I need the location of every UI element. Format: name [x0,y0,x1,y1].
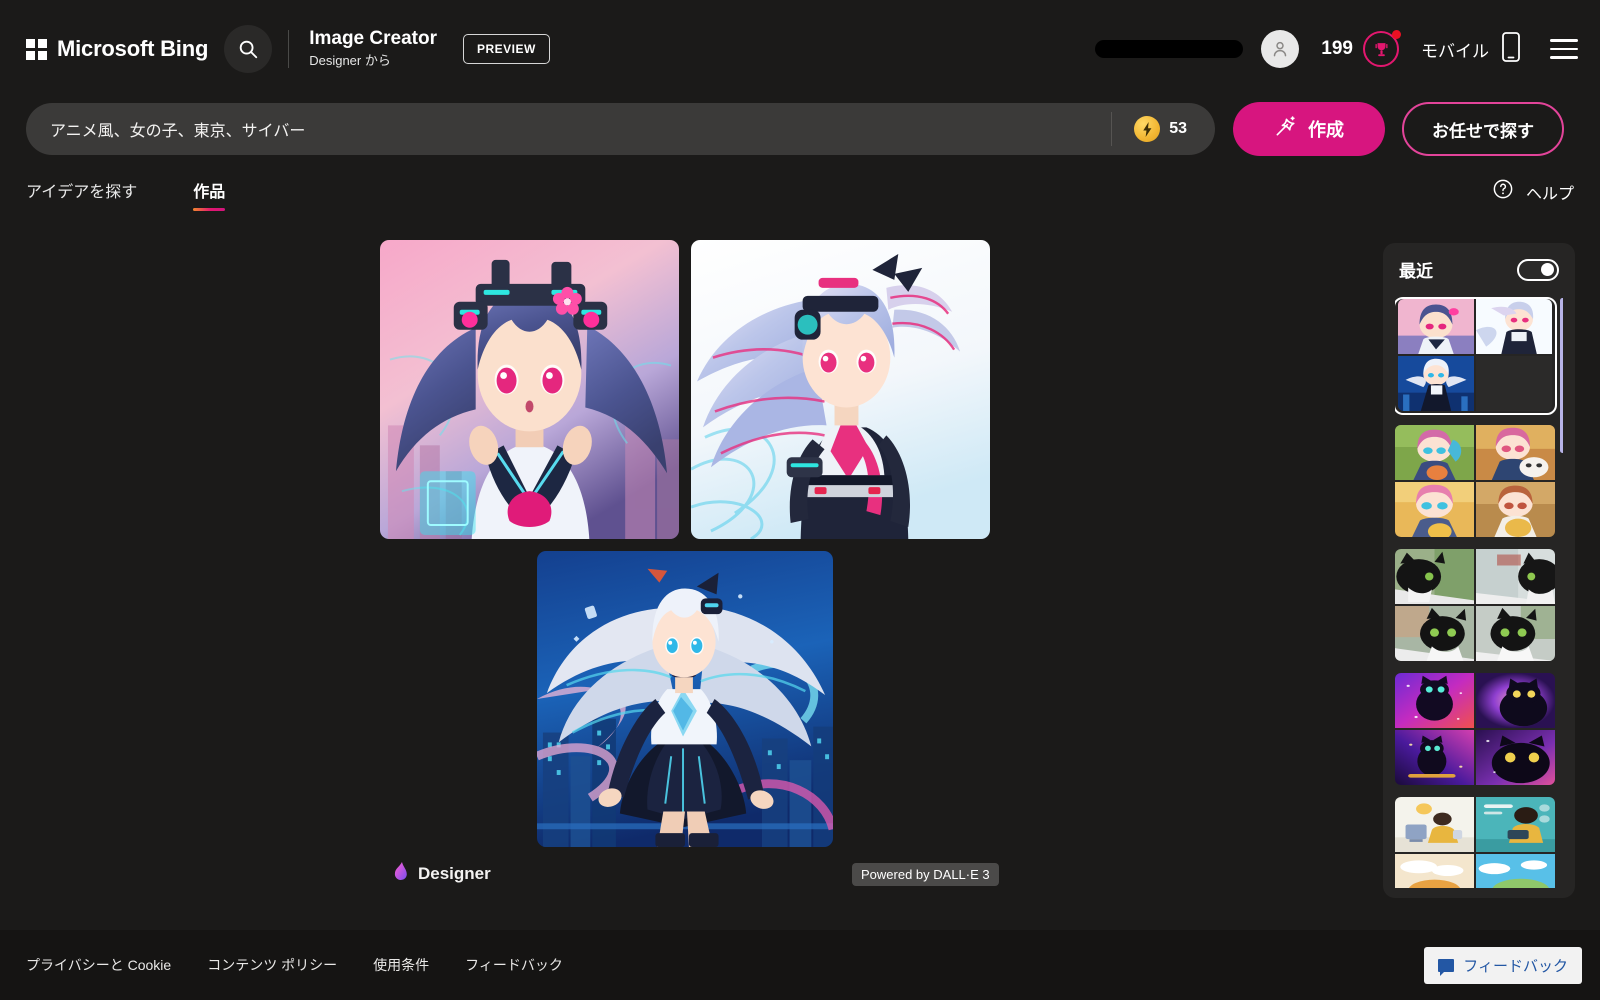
top-header: Microsoft Bing Image Creator Designer から… [0,0,1600,98]
tab-creations[interactable]: 作品 [193,178,226,211]
help-button[interactable]: ヘルプ [1492,178,1574,205]
lightning-bolt-icon [1134,116,1161,142]
header-right-group: 199 モバイル [1095,30,1600,68]
feedback-button[interactable]: フィードバック [1424,947,1582,984]
footer-link-feedback[interactable]: フィードバック [465,955,563,975]
history-item-5[interactable] [1395,797,1555,888]
footer-link-privacy[interactable]: プライバシーと Cookie [26,955,171,975]
tab-bar: アイデアを探す 作品 ヘルプ [0,178,1600,228]
bing-brand-label[interactable]: Microsoft Bing [57,36,208,62]
page-root: Microsoft Bing Image Creator Designer から… [0,0,1600,1000]
question-circle-icon [1492,178,1514,205]
footer: プライバシーと Cookie コンテンツ ポリシー 使用条件 フィードバック [0,930,1600,1000]
rewards-notification-dot [1392,30,1401,39]
recent-panel-title: 最近 [1399,262,1433,281]
results-row-bottom [0,551,1370,847]
prompt-input[interactable] [26,103,1112,155]
surprise-me-button[interactable]: お任せで探す [1402,102,1564,156]
magic-wand-icon [1274,115,1297,143]
history-item-1[interactable] [1395,297,1557,415]
help-label: ヘルプ [1525,185,1574,203]
boost-counter[interactable]: 53 [1112,116,1215,142]
result-image-2[interactable] [691,240,990,539]
mobile-label[interactable]: モバイル [1421,37,1489,62]
search-icon[interactable] [224,25,273,73]
recent-history-list[interactable] [1395,296,1563,888]
designer-logo-icon [393,862,410,886]
footer-link-terms[interactable]: 使用条件 [373,955,429,975]
result-image-3[interactable] [537,551,833,847]
history-thumb [1398,299,1474,354]
app-title-block: Image Creator Designer から [309,28,437,70]
avatar[interactable] [1261,30,1300,68]
history-thumb-empty [1476,356,1552,411]
feedback-button-label: フィードバック [1463,958,1568,975]
header-left-group: Microsoft Bing Image Creator Designer から… [0,25,550,73]
preview-badge[interactable]: PREVIEW [462,34,550,64]
page-title: Image Creator [309,28,437,49]
designer-watermark[interactable]: Designer [393,862,491,886]
designer-label: Designer [418,864,491,883]
history-item-4[interactable] [1395,673,1555,785]
create-button-label: 作成 [1308,120,1344,140]
redacted-account-name [1095,40,1244,58]
rewards-trophy-icon[interactable] [1363,30,1401,67]
tab-explore-ideas[interactable]: アイデアを探す [26,178,137,211]
app-subtitle: Designer から [309,53,391,68]
boost-count-label: 53 [1169,120,1187,137]
history-item-3[interactable] [1395,549,1555,661]
recent-toggle-switch[interactable] [1517,258,1559,281]
results-row-top [0,240,1370,539]
footer-link-content-policy[interactable]: コンテンツ ポリシー [207,955,337,975]
recent-history-panel: 最近 [1383,243,1575,898]
recent-panel-header: 最近 [1395,257,1563,282]
history-scrollbar-thumb[interactable] [1560,298,1563,453]
phone-icon[interactable] [1500,31,1522,68]
hamburger-menu-icon[interactable] [1550,39,1578,59]
prompt-field-wrapper: 53 [26,103,1215,155]
history-scrollbar-track[interactable] [1560,296,1563,888]
create-button[interactable]: 作成 [1233,102,1385,156]
history-thumb [1476,299,1552,354]
history-item-2[interactable] [1395,425,1555,537]
microsoft-logo-icon [26,38,47,60]
result-image-1[interactable] [380,240,679,539]
results-grid [0,240,1370,847]
header-divider [288,30,290,68]
dalle-badge: Powered by DALL·E 3 [852,862,999,886]
history-thumb [1398,356,1474,411]
rewards-points-count: 199 [1321,38,1353,59]
speech-bubble-icon [1438,959,1455,976]
prompt-row: 53 作成 お任せで探す [0,98,1600,160]
